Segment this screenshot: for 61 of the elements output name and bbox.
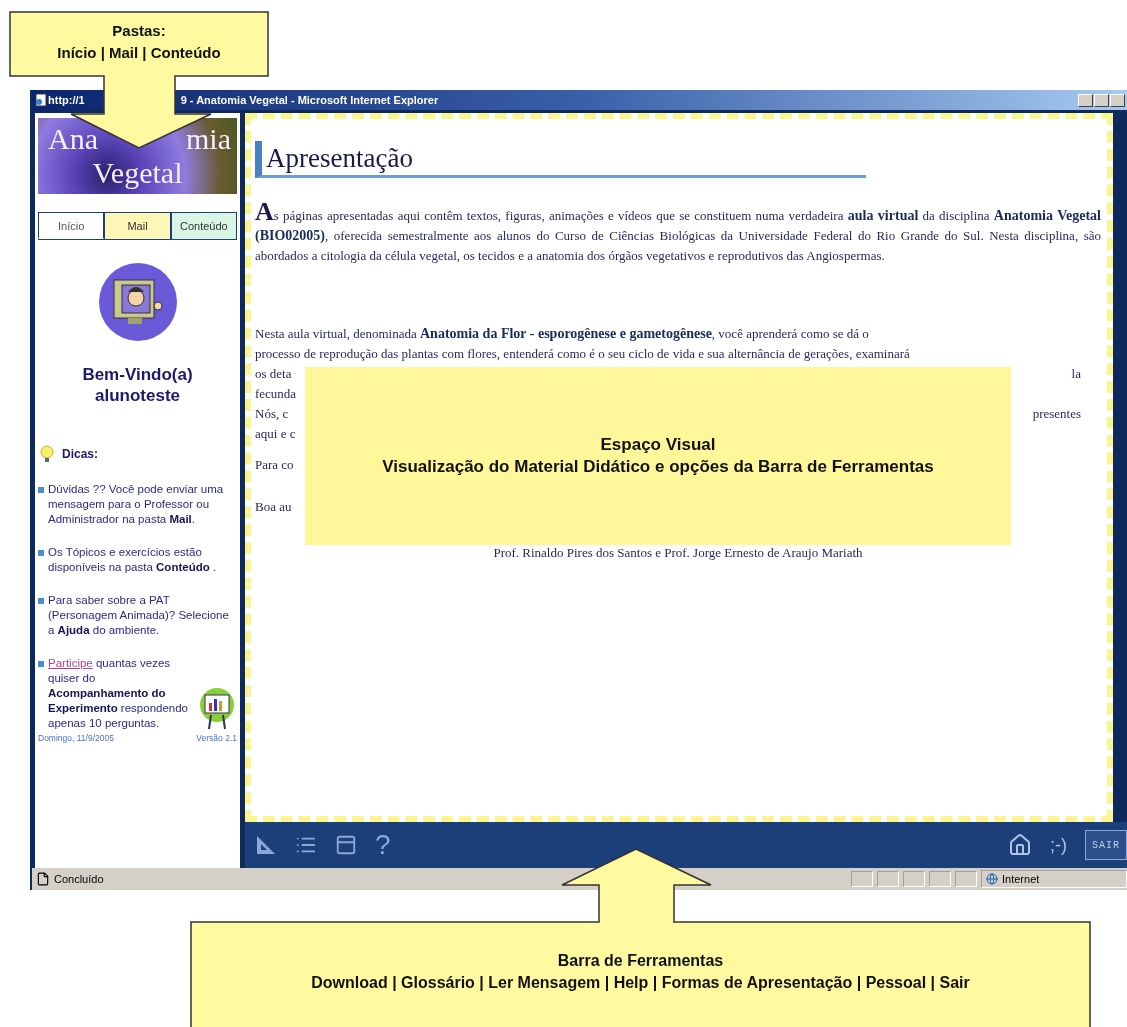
- intro-paragraph: As páginas apresentadas aqui contêm textos, figuras, animações e vídeos que se constituem numa verdadeira aula virtual da disciplina Anatomia Vegetal (BIO02005), oferecida semestralmente aos alunos do Curso de Ciências Biológicas da Universidade Federal do Rio Grande do Sul. Nesta disciplina, são abordados a citologia da célula vegetal, os tecidos e a anatomia dos órgãos vegetativos e reprodutivos das Angiospermas.: [255, 202, 1101, 265]
- bullet-icon: [38, 487, 44, 493]
- status-pane: [955, 871, 977, 887]
- status-pane: [877, 871, 899, 887]
- callout-title: Barra de Ferramentas: [556, 951, 725, 971]
- status-pane: [851, 871, 873, 887]
- window-title: 9 - Anatomia Vegetal - Microsoft Internet Explorer: [180, 94, 439, 106]
- chart-presenter-icon: [197, 687, 237, 731]
- bullet-icon: [38, 661, 44, 667]
- lightbulb-icon: [38, 444, 56, 464]
- tip-text: Dúvidas ?? Você pode enviar uma mensagem para o Professor ou Administrador na pasta Mail.: [48, 482, 225, 527]
- logo-text: mia: [186, 122, 231, 156]
- folder-tab[interactable]: Conteúdo: [170, 212, 237, 239]
- logo-text: Vegetal: [91, 156, 184, 190]
- page-icon: [36, 872, 50, 886]
- date-text: Domingo, 11/9/2005: [38, 733, 114, 743]
- callout-text: Download | Glossário | Ler Mensagem | Help | Formas de Apresentação | Pessoal | Sair: [310, 973, 971, 993]
- callout-text: Visualização do Material Didático e opções da Barra de Ferramentas: [381, 456, 935, 478]
- body-text: la: [1071, 365, 1081, 383]
- tip-text: Os Tópicos e exercícios estão disponíveis na pasta Conteúdo .: [48, 545, 218, 575]
- logo-text: Ana: [48, 122, 98, 156]
- exit-button[interactable]: SAIR: [1085, 830, 1127, 860]
- page-icon: [34, 93, 48, 107]
- body-text: os deta: [255, 365, 292, 383]
- bullet-icon: [38, 598, 44, 604]
- body-text: processo de reprodução das plantas com flores, entenderá como é o seu ciclo de vida e sua alternância de gerações, examinará: [255, 345, 910, 363]
- body-text: Para co: [255, 456, 294, 474]
- window-title: http://1: [48, 94, 85, 106]
- callout-text: Início | Mail | Conteúdo: [56, 43, 222, 63]
- folder-tab[interactable]: Mail: [104, 212, 171, 239]
- bullet-icon: [38, 550, 44, 556]
- participate-link[interactable]: Participe: [48, 657, 93, 669]
- body-text: aqui e c: [255, 425, 296, 443]
- body-text: presentes: [1032, 405, 1081, 423]
- tip-text: Para saber sobre a PAT (Personagem Animada)? Selecione a Ajuda do ambiente.: [48, 593, 230, 638]
- tips-title: Dicas:: [62, 447, 99, 461]
- folder-tab[interactable]: Início: [38, 212, 105, 239]
- user-name: alunoteste: [94, 385, 181, 406]
- body-text: Boa au: [255, 498, 292, 516]
- home-icon[interactable]: [1008, 833, 1032, 857]
- minimize-button[interactable]: [1078, 93, 1093, 107]
- body-text: Nós, c: [255, 405, 289, 423]
- maximize-button[interactable]: [1094, 93, 1109, 107]
- close-button[interactable]: [1110, 93, 1125, 107]
- status-pane: [929, 871, 951, 887]
- tip-text: Participe quantas vezes quiser do Acompanhamento do Experimento respondendo apenas 10 perguntas.: [48, 656, 189, 731]
- body-text: Nesta aula virtual, denominada Anatomia da Flor - esporogênese e gametogênese, você aprenderá como se dá o: [255, 325, 869, 343]
- status-text: Concluído: [54, 873, 104, 885]
- signature-text: Prof. Rinaldo Pires dos Santos e Prof. Jorge Ernesto de Araujo Mariath: [493, 544, 863, 562]
- version-text: Versão 2.1: [196, 733, 237, 743]
- page-heading: Apresentação: [255, 141, 866, 178]
- body-text: fecunda: [255, 385, 297, 403]
- personal-button[interactable]: ;-): [1050, 834, 1067, 856]
- help-button[interactable]: ?: [375, 829, 391, 861]
- globe-icon: [986, 873, 998, 885]
- window-icon[interactable]: [335, 834, 357, 856]
- status-pane: [903, 871, 925, 887]
- welcome-heading: Bem-Vindo(a): [81, 364, 194, 385]
- callout-title: Espaço Visual: [600, 434, 716, 456]
- callout-title: Pastas:: [111, 21, 167, 41]
- zone-text: Internet: [1002, 873, 1040, 885]
